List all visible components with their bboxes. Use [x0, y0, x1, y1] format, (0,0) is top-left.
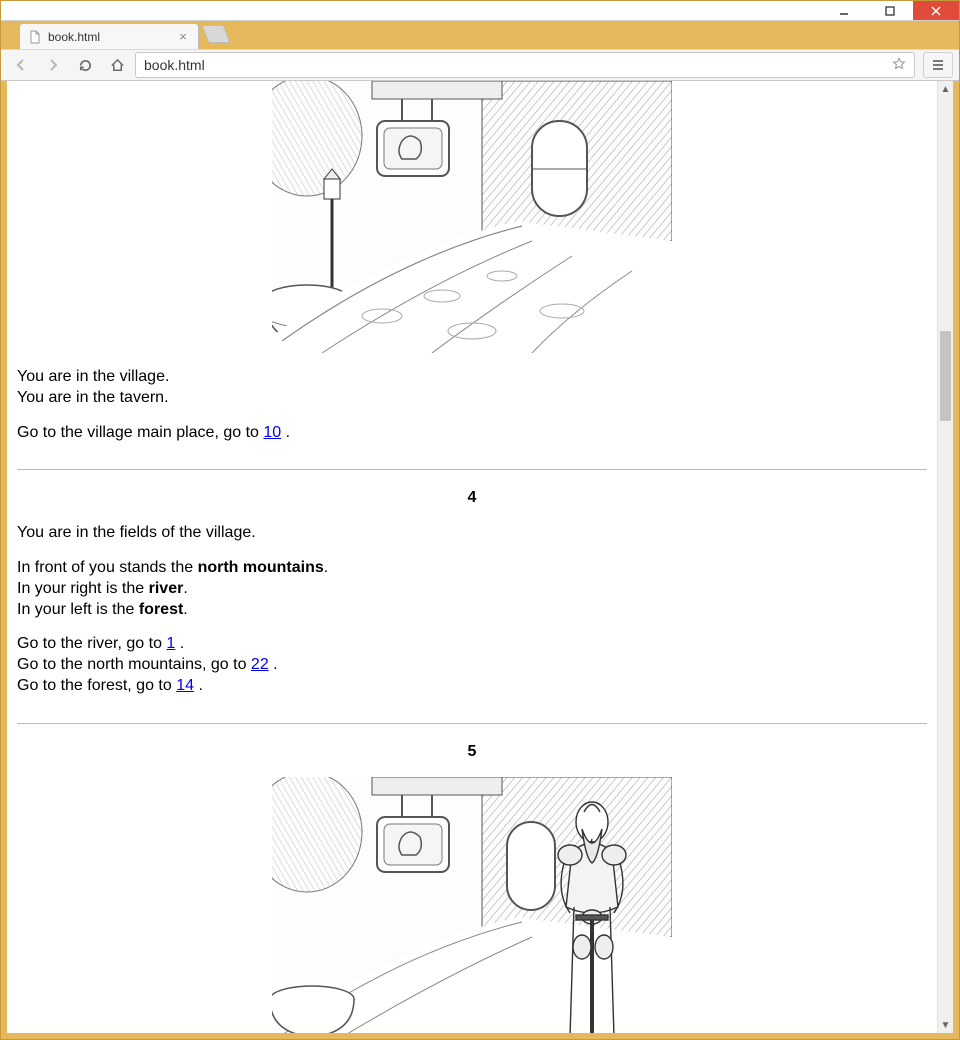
text-bold: river — [149, 580, 184, 597]
text-line: You are in the tavern. — [17, 389, 169, 406]
choice-block: Go to the river, go to 1 . Go to the nor… — [17, 634, 927, 696]
section-text: You are in the fields of the village. — [17, 523, 927, 544]
section-text: In front of you stands the north mountai… — [17, 558, 927, 620]
back-button[interactable] — [7, 52, 35, 78]
close-button[interactable] — [913, 1, 959, 20]
page-content: You are in the village. You are in the t… — [7, 81, 937, 1033]
browser-tab[interactable]: book.html × — [19, 23, 199, 49]
section-divider — [17, 723, 927, 724]
goto-link-10[interactable]: 10 — [263, 424, 281, 441]
minimize-button[interactable] — [821, 1, 867, 20]
section-text: You are in the village. You are in the t… — [17, 367, 927, 409]
tab-title: book.html — [48, 30, 100, 44]
goto-link-1[interactable]: 1 — [166, 635, 175, 652]
illustration-knight — [272, 777, 672, 1033]
choice-text: . — [175, 635, 184, 652]
text-line: In your left is the — [17, 601, 139, 618]
file-icon — [28, 30, 42, 44]
viewport-wrapper: You are in the village. You are in the t… — [7, 81, 953, 1033]
choice-text: Go to the north mountains, go to — [17, 656, 251, 673]
scroll-down-arrow-icon[interactable]: ▼ — [938, 1017, 953, 1033]
section-number: 4 — [17, 488, 927, 509]
text-line: . — [183, 580, 187, 597]
section-number: 5 — [17, 742, 927, 763]
browser-window: book.html × book.html — [0, 0, 960, 1040]
goto-link-14[interactable]: 14 — [176, 677, 194, 694]
choice-text: . — [281, 424, 290, 441]
tab-close-icon[interactable]: × — [176, 30, 190, 44]
text-line: You are in the fields of the village. — [17, 524, 256, 541]
forward-button[interactable] — [39, 52, 67, 78]
url-text: book.html — [144, 57, 205, 73]
reload-button[interactable] — [71, 52, 99, 78]
maximize-button[interactable] — [867, 1, 913, 20]
home-button[interactable] — [103, 52, 131, 78]
choice-text: Go to the forest, go to — [17, 677, 176, 694]
choice-text: . — [194, 677, 203, 694]
choice-text: Go to the village main place, go to — [17, 424, 263, 441]
scroll-up-arrow-icon[interactable]: ▲ — [938, 81, 953, 97]
text-line: In front of you stands the — [17, 559, 198, 576]
text-bold: north mountains — [198, 559, 324, 576]
address-bar[interactable]: book.html — [135, 52, 915, 78]
illustration-tavern — [272, 81, 672, 353]
choice-line: Go to the village main place, go to 10 . — [17, 423, 927, 444]
goto-link-22[interactable]: 22 — [251, 656, 269, 673]
browser-toolbar: book.html — [1, 49, 959, 81]
text-line: In your right is the — [17, 580, 149, 597]
choice-text: Go to the river, go to — [17, 635, 166, 652]
text-line: . — [183, 601, 187, 618]
scroll-thumb[interactable] — [940, 331, 951, 421]
new-tab-button[interactable] — [202, 25, 231, 43]
vertical-scrollbar[interactable]: ▲ ▼ — [937, 81, 953, 1033]
choice-text: . — [269, 656, 278, 673]
tab-strip: book.html × — [1, 21, 959, 49]
text-line: . — [324, 559, 328, 576]
section-divider — [17, 469, 927, 470]
window-titlebar — [1, 1, 959, 21]
menu-button[interactable] — [923, 52, 953, 78]
page-viewport: You are in the village. You are in the t… — [7, 81, 953, 1033]
text-bold: forest — [139, 601, 183, 618]
text-line: You are in the village. — [17, 368, 169, 385]
bookmark-star-icon[interactable] — [892, 57, 906, 74]
